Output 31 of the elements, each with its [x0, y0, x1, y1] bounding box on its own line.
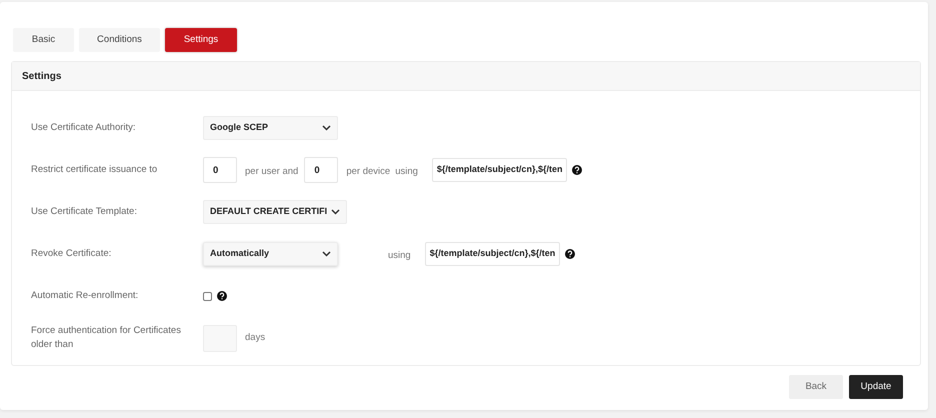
- using-label: using: [395, 166, 418, 177]
- field-label: Automatic Re-enrollment:: [31, 289, 140, 303]
- dropdown-select[interactable]: Automatically: [203, 242, 338, 266]
- help-icon: [572, 165, 582, 175]
- chevron-down-icon: [331, 209, 340, 215]
- expression-field[interactable]: ${/template/subject/cn},${/ten: [424, 242, 560, 266]
- unit-label: per user and: [245, 166, 298, 177]
- field-label: Restrict certificate issuance to: [31, 163, 158, 177]
- field-label: Force authentication for Certificates older than: [31, 324, 182, 352]
- field-label: Use Certificate Template:: [31, 205, 138, 219]
- help-icon: [217, 291, 227, 301]
- number-field[interactable]: 0: [304, 157, 338, 183]
- update-button[interactable]: Update: [849, 375, 903, 399]
- using-label: using: [388, 250, 411, 261]
- help-icon: [565, 249, 576, 259]
- dropdown-select[interactable]: DEFAULT CREATE CERTIFI: [203, 200, 348, 224]
- expression-field[interactable]: ${/template/subject/cn},${/ten: [432, 158, 568, 182]
- field-label: Use Certificate Authority:: [31, 121, 137, 135]
- number-field[interactable]: 0: [203, 157, 237, 183]
- tab[interactable]: Settings: [165, 28, 237, 52]
- chevron-down-icon: [322, 125, 331, 131]
- field-label: Revoke Certificate:: [31, 247, 112, 261]
- back-button[interactable]: Back: [789, 375, 843, 399]
- tab[interactable]: Conditions: [79, 28, 160, 52]
- tab[interactable]: Basic: [13, 28, 74, 52]
- unit-label: per device: [346, 166, 390, 177]
- checkbox[interactable]: [203, 292, 212, 300]
- dropdown-select[interactable]: Google SCEP: [203, 116, 338, 140]
- unit-label: days: [245, 330, 266, 345]
- chevron-down-icon: [322, 251, 331, 257]
- panel-title: Settings: [22, 70, 62, 84]
